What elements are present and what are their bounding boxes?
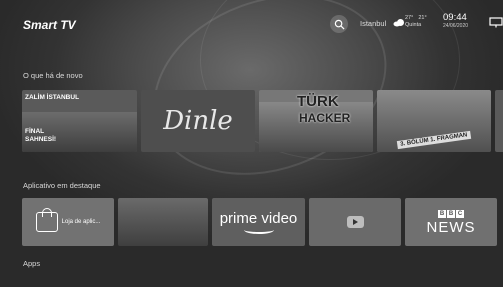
bbc-letter: C xyxy=(456,209,464,218)
news-card-subtitle: HACKER xyxy=(299,111,351,125)
brand-title: Smart TV xyxy=(23,18,76,32)
news-card-subtitle: FİNAL SAHNESİ! xyxy=(25,128,57,143)
news-card-title: TÜRK xyxy=(297,93,339,110)
weather-temps: 27° 21° Quinta xyxy=(405,15,432,29)
app-tile-youtube[interactable] xyxy=(309,198,401,246)
input-source-icon[interactable] xyxy=(489,17,503,28)
news-row: ZALİM İSTANBUL FİNAL SAHNESİ! Dinle TÜRK… xyxy=(22,90,503,156)
app-label: prime video xyxy=(219,209,298,227)
section-title-featured: Aplicativo em destaque xyxy=(23,181,101,190)
app-tile-prime-video[interactable]: prime video xyxy=(212,198,305,246)
app-label: Loja de aplic... xyxy=(61,219,101,225)
bbc-logo: B B C xyxy=(438,209,464,218)
section-title-apps: Apps xyxy=(23,259,41,268)
featured-apps-row: Loja de aplic... prime video B B C NEWS xyxy=(22,198,497,264)
app-tile-thumbnail[interactable] xyxy=(118,198,208,246)
clock: 09:44 24/06/2020 xyxy=(443,13,468,31)
bbc-letter: B xyxy=(447,209,455,218)
tv-home-screen: Smart TV Istanbul 27° 21° Quinta 09:44 24… xyxy=(0,0,503,287)
temp-other: 21° xyxy=(418,15,427,21)
amazon-smile-icon xyxy=(243,226,274,234)
app-store-tile[interactable]: Loja de aplic... xyxy=(22,198,114,246)
search-icon xyxy=(334,19,345,30)
news-card-next[interactable] xyxy=(495,90,503,152)
news-card-dinle[interactable]: Dinle xyxy=(141,90,255,152)
temp-now: 27° xyxy=(405,15,414,21)
youtube-play-icon xyxy=(346,216,364,228)
news-card-fragman[interactable]: 3. BÖLÜM 1. FRAGMAN xyxy=(377,90,491,152)
clock-time: 09:44 xyxy=(443,12,467,23)
section-title-news: O que há de novo xyxy=(23,71,83,80)
weather-city[interactable]: Istanbul xyxy=(360,19,386,28)
news-card-turk-hacker[interactable]: TÜRK HACKER xyxy=(259,90,373,152)
weather-day: Quinta xyxy=(405,22,422,28)
app-tile-bbc-news[interactable]: B B C NEWS xyxy=(405,198,497,246)
news-card-title: Dinle xyxy=(163,106,233,136)
clock-date: 24/06/2020 xyxy=(443,23,469,29)
bbc-letter: B xyxy=(438,209,446,218)
news-card-zalim-istanbul[interactable]: ZALİM İSTANBUL FİNAL SAHNESİ! xyxy=(22,90,137,152)
shopping-bag-icon xyxy=(35,208,58,232)
search-button[interactable] xyxy=(330,15,348,33)
cloud-icon xyxy=(393,19,404,27)
news-card-title: ZALİM İSTANBUL xyxy=(25,94,80,101)
app-label: NEWS xyxy=(426,218,476,236)
